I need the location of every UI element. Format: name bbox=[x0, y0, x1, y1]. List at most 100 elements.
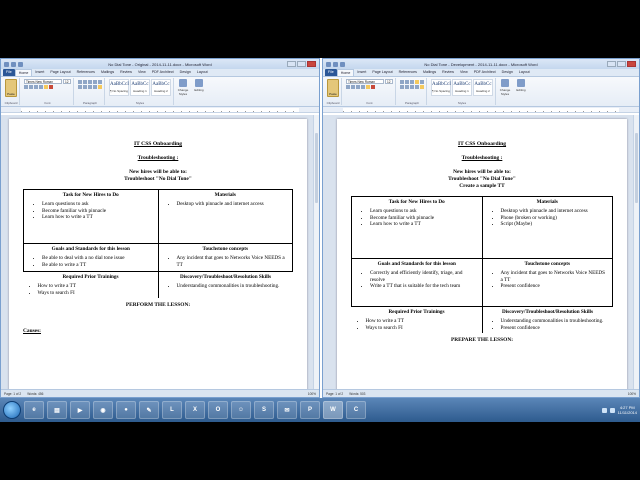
bold-icon[interactable] bbox=[24, 85, 28, 89]
justify-icon[interactable] bbox=[93, 85, 97, 89]
align-left-icon[interactable] bbox=[78, 85, 82, 89]
tab-insert[interactable]: Insert bbox=[354, 69, 369, 76]
style-no-spacing[interactable]: AaBbCcI ¶ No Spacing bbox=[431, 79, 451, 96]
editing-button[interactable]: Editing bbox=[192, 78, 206, 96]
tab-references[interactable]: References bbox=[74, 69, 98, 76]
highlight-icon[interactable] bbox=[366, 85, 370, 89]
font-name-select[interactable]: Times New Roman bbox=[24, 79, 62, 84]
tab-view[interactable]: View bbox=[135, 69, 149, 76]
start-button[interactable] bbox=[3, 401, 21, 419]
tab-page-layout[interactable]: Page Layout bbox=[369, 69, 395, 76]
tab-home[interactable]: Home bbox=[336, 69, 355, 76]
align-center-icon[interactable] bbox=[83, 85, 87, 89]
change-styles-button[interactable]: Change Styles bbox=[176, 78, 190, 96]
skype-icon[interactable]: S bbox=[254, 401, 274, 419]
align-center-icon[interactable] bbox=[405, 85, 409, 89]
clock[interactable]: 4:27 PM 11/11/2014 bbox=[618, 405, 637, 415]
style-no-spacing[interactable]: AaBbCcI ¶ No Spacing bbox=[109, 79, 129, 96]
italic-icon[interactable] bbox=[29, 85, 33, 89]
tab-review[interactable]: Review bbox=[117, 69, 135, 76]
multilevel-list-icon[interactable] bbox=[410, 80, 414, 84]
tab-page-layout[interactable]: Page Layout bbox=[47, 69, 73, 76]
page-count[interactable]: Page: 1 of 2 bbox=[4, 392, 21, 396]
underline-icon[interactable] bbox=[34, 85, 38, 89]
numbering-icon[interactable] bbox=[405, 80, 409, 84]
outlook-icon[interactable]: O bbox=[208, 401, 228, 419]
scroll-thumb[interactable] bbox=[315, 133, 318, 203]
word-count[interactable]: Words: 503 bbox=[349, 392, 365, 396]
italic-icon[interactable] bbox=[351, 85, 355, 89]
increase-indent-icon[interactable] bbox=[98, 80, 102, 84]
vertical-scrollbar[interactable] bbox=[633, 115, 639, 389]
highlight-icon[interactable] bbox=[44, 85, 48, 89]
increase-indent-icon[interactable] bbox=[420, 80, 424, 84]
tab-mailings[interactable]: Mailings bbox=[420, 69, 439, 76]
camtasia-icon[interactable]: C bbox=[346, 401, 366, 419]
tab-mailings[interactable]: Mailings bbox=[98, 69, 117, 76]
tab-design[interactable]: Design bbox=[177, 69, 194, 76]
volume-icon[interactable] bbox=[609, 407, 615, 413]
underline-icon[interactable] bbox=[356, 85, 360, 89]
font-color-icon[interactable] bbox=[371, 85, 375, 89]
tab-layout[interactable]: Layout bbox=[516, 69, 533, 76]
align-left-icon[interactable] bbox=[400, 85, 404, 89]
tab-insert[interactable]: Insert bbox=[32, 69, 47, 76]
firefox-icon[interactable]: ● bbox=[116, 401, 136, 419]
tab-pdf-architect[interactable]: PDF Architect bbox=[149, 69, 177, 76]
people-icon[interactable]: ☺ bbox=[231, 401, 251, 419]
strikethrough-icon[interactable] bbox=[361, 85, 365, 89]
paste-button[interactable]: Paste bbox=[5, 79, 17, 97]
tab-home[interactable]: Home bbox=[14, 69, 33, 76]
tab-view[interactable]: View bbox=[457, 69, 471, 76]
tab-layout[interactable]: Layout bbox=[194, 69, 211, 76]
bullets-icon[interactable] bbox=[400, 80, 404, 84]
font-size-select[interactable]: 12 bbox=[63, 79, 71, 84]
bold-icon[interactable] bbox=[346, 85, 350, 89]
editing-button[interactable]: Editing bbox=[514, 78, 528, 96]
font-color-icon[interactable] bbox=[49, 85, 53, 89]
network-icon[interactable] bbox=[601, 407, 607, 413]
vertical-scrollbar[interactable] bbox=[313, 115, 319, 389]
align-right-icon[interactable] bbox=[410, 85, 414, 89]
tab-pdf-architect[interactable]: PDF Architect bbox=[471, 69, 499, 76]
style-heading-1[interactable]: AaBbCc Heading 1 bbox=[452, 79, 472, 96]
word-count[interactable]: Words: 456 bbox=[27, 392, 43, 396]
mail-icon[interactable]: ✉ bbox=[277, 401, 297, 419]
zoom-level[interactable]: 100% bbox=[308, 392, 316, 396]
font-size-select[interactable]: 12 bbox=[385, 79, 393, 84]
change-styles-button[interactable]: Change Styles bbox=[498, 78, 512, 96]
strikethrough-icon[interactable] bbox=[39, 85, 43, 89]
lync-icon[interactable]: L bbox=[162, 401, 182, 419]
notes-icon[interactable]: ✎ bbox=[139, 401, 159, 419]
font-name-select[interactable]: Times New Roman bbox=[346, 79, 384, 84]
bullets-icon[interactable] bbox=[78, 80, 82, 84]
document-page[interactable]: IT CSS Onboarding Troubleshooting : New … bbox=[9, 119, 307, 389]
numbering-icon[interactable] bbox=[83, 80, 87, 84]
excel-icon[interactable]: X bbox=[185, 401, 205, 419]
multilevel-list-icon[interactable] bbox=[88, 80, 92, 84]
justify-icon[interactable] bbox=[415, 85, 419, 89]
shading-icon[interactable] bbox=[98, 85, 102, 89]
tab-file[interactable]: File bbox=[325, 69, 337, 76]
decrease-indent-icon[interactable] bbox=[415, 80, 419, 84]
tab-review[interactable]: Review bbox=[439, 69, 457, 76]
ie-icon[interactable]: e bbox=[24, 401, 44, 419]
shading-icon[interactable] bbox=[420, 85, 424, 89]
style-heading-2[interactable]: AaBbCc Heading 2 bbox=[151, 79, 171, 96]
horizontal-ruler[interactable] bbox=[1, 107, 319, 113]
tab-design[interactable]: Design bbox=[499, 69, 516, 76]
scroll-thumb[interactable] bbox=[635, 133, 638, 203]
tab-references[interactable]: References bbox=[396, 69, 420, 76]
chrome-icon[interactable]: ◉ bbox=[93, 401, 113, 419]
word-icon[interactable]: W bbox=[323, 401, 343, 419]
paste-button[interactable]: Paste bbox=[327, 79, 339, 97]
media-player-icon[interactable]: ▶ bbox=[70, 401, 90, 419]
zoom-level[interactable]: 100% bbox=[628, 392, 636, 396]
tab-file[interactable]: File bbox=[3, 69, 15, 76]
decrease-indent-icon[interactable] bbox=[93, 80, 97, 84]
style-heading-1[interactable]: AaBbCc Heading 1 bbox=[130, 79, 150, 96]
horizontal-ruler[interactable] bbox=[323, 107, 639, 113]
folder-icon[interactable]: ▤ bbox=[47, 401, 67, 419]
style-heading-2[interactable]: AaBbCc Heading 2 bbox=[473, 79, 493, 96]
align-right-icon[interactable] bbox=[88, 85, 92, 89]
